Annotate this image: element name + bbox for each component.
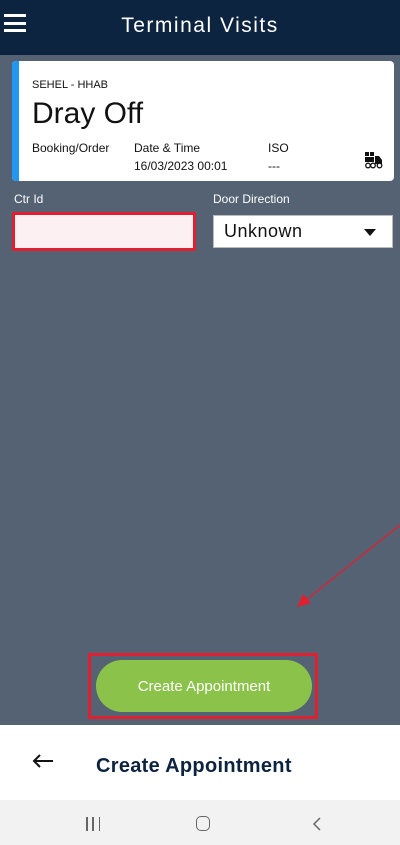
forklift-truck-icon xyxy=(365,152,383,169)
create-appointment-button[interactable]: Create Appointment xyxy=(96,660,312,712)
system-nav-bar xyxy=(0,800,400,845)
datetime-value: 16/03/2023 00:01 xyxy=(134,159,228,173)
bottom-bar-title: Create Appointment xyxy=(96,755,292,777)
ctr-id-label: Ctr Id xyxy=(14,192,44,206)
app-header: Terminal Visits xyxy=(0,0,400,55)
nav-back-icon[interactable] xyxy=(312,816,322,832)
bottom-bar: Create Appointment xyxy=(0,725,400,800)
back-arrow-icon[interactable] xyxy=(32,753,54,769)
visit-card[interactable]: SEHEL - HHAB Dray Off Booking/Order Date… xyxy=(12,61,394,181)
door-direction-label: Door Direction xyxy=(213,192,290,206)
home-icon[interactable] xyxy=(196,816,210,831)
card-accent-bar xyxy=(12,61,19,181)
iso-label: ISO xyxy=(268,141,289,155)
booking-label: Booking/Order xyxy=(32,141,110,155)
iso-value: --- xyxy=(268,159,280,173)
visit-type: Dray Off xyxy=(32,97,144,130)
datetime-label: Date & Time xyxy=(134,141,201,155)
ctr-id-input[interactable] xyxy=(12,212,196,251)
page-title: Terminal Visits xyxy=(121,14,279,37)
door-direction-value: Unknown xyxy=(224,221,303,241)
dropdown-caret-icon xyxy=(364,229,376,236)
terminal-name: SEHEL - HHAB xyxy=(32,79,109,91)
door-direction-select[interactable]: Unknown xyxy=(213,215,393,248)
recent-apps-icon[interactable] xyxy=(86,817,100,831)
main-content: SEHEL - HHAB Dray Off Booking/Order Date… xyxy=(0,55,400,725)
